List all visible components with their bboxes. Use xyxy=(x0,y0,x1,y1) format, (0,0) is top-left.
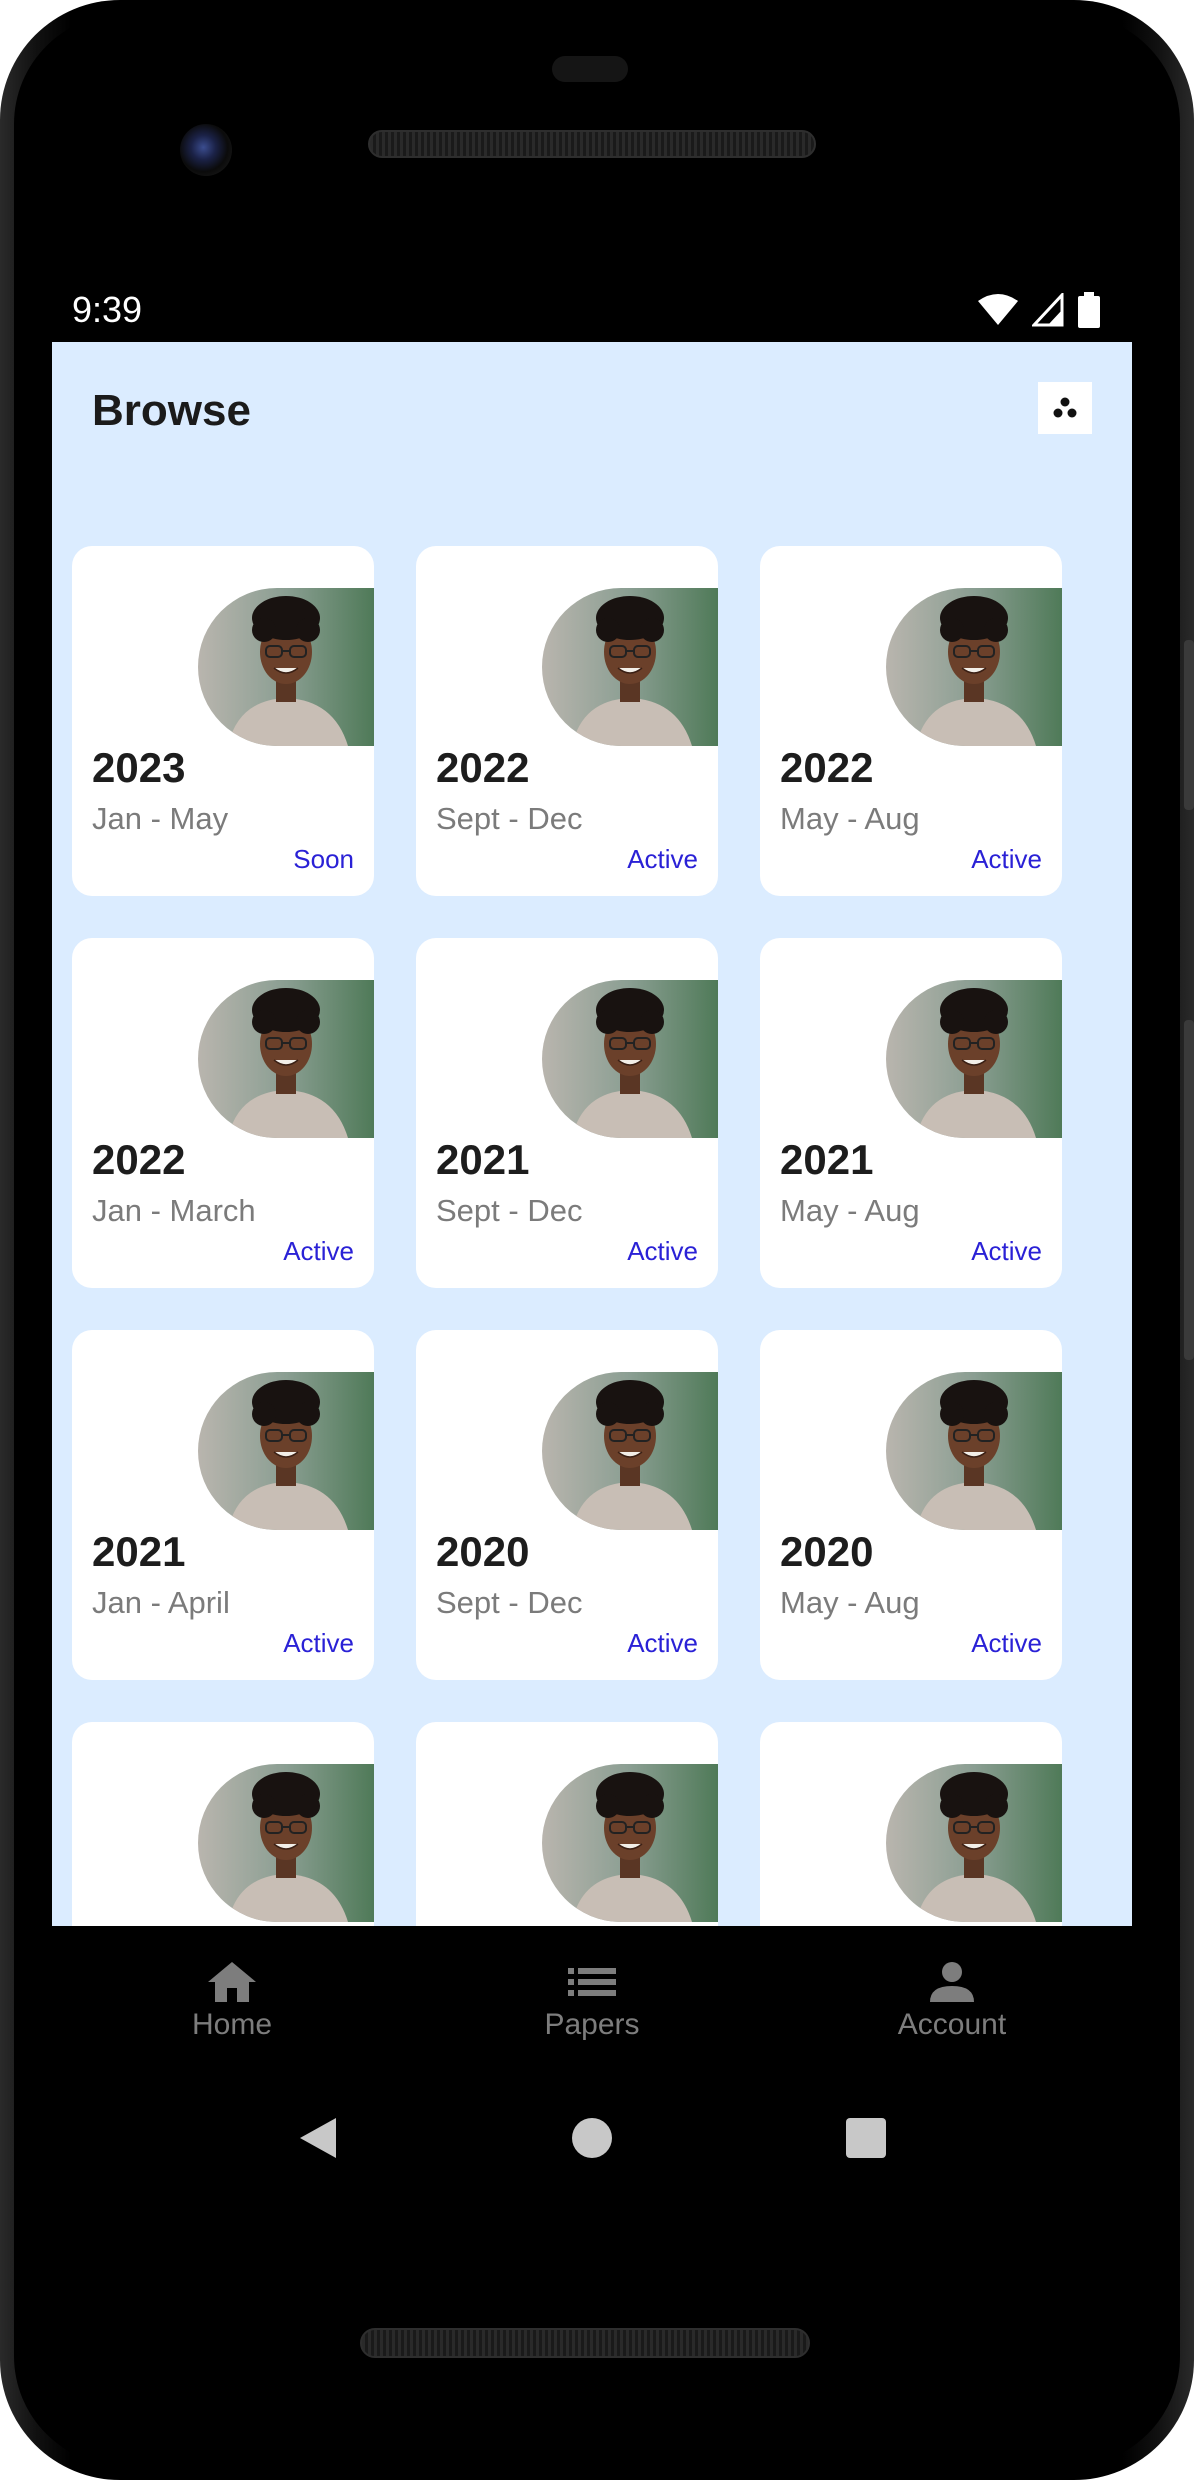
card-range: May - Aug xyxy=(780,1193,920,1228)
dots-cluster-icon xyxy=(1053,397,1077,418)
card-range: Jan - March xyxy=(92,1193,256,1228)
paper-card[interactable]: 2023 Jan - May Soon xyxy=(72,546,374,896)
card-range: May - Aug xyxy=(780,1585,920,1620)
cell-signal-icon xyxy=(1032,293,1064,327)
list-icon xyxy=(568,1968,616,1996)
status-icons xyxy=(978,292,1100,328)
card-year: 2021 xyxy=(780,1136,874,1183)
card-status: Soon xyxy=(293,844,354,874)
card-range: May - Aug xyxy=(780,801,920,836)
paper-card[interactable]: 2021 Jan - April Active xyxy=(72,1330,374,1680)
card-range: Jan - April xyxy=(92,1585,230,1620)
app-screen: Browse 2023 Jan - May Soon 2022 Sept - D… xyxy=(52,342,1132,1926)
profile-photo xyxy=(886,1764,1062,1922)
nav-item-home[interactable]: Home xyxy=(112,1960,352,2042)
paper-grid: 2023 Jan - May Soon 2022 Sept - Dec Acti… xyxy=(72,546,1062,1926)
card-range: Jan - May xyxy=(92,801,229,836)
back-icon[interactable] xyxy=(296,2114,340,2162)
paper-card[interactable]: 2022 May - Aug Active xyxy=(760,546,1062,896)
page-title: Browse xyxy=(92,386,251,435)
card-year: 2021 xyxy=(436,1136,530,1183)
phone-frame: 9:39 Browse 2023 Jan - May Soon 2022 Sep… xyxy=(0,0,1194,2480)
home-icon xyxy=(208,1962,256,2002)
status-bar: 9:39 xyxy=(52,282,1120,338)
nav-label-account: Account xyxy=(897,2008,1007,2041)
wifi-icon xyxy=(978,294,1018,325)
card-range: Sept - Dec xyxy=(436,1193,583,1228)
person-icon xyxy=(930,1962,974,2002)
status-time: 9:39 xyxy=(72,289,143,330)
system-navigation xyxy=(52,2096,1132,2180)
profile-photo xyxy=(198,588,374,746)
profile-photo xyxy=(542,1764,718,1922)
card-year: 2023 xyxy=(92,744,186,791)
profile-photo xyxy=(198,1764,374,1922)
card-year: 2021 xyxy=(92,1528,186,1575)
card-status: Active xyxy=(627,1236,698,1266)
profile-photo xyxy=(542,980,718,1138)
card-status: Active xyxy=(971,844,1042,874)
nav-label-home: Home xyxy=(191,2008,273,2041)
profile-photo xyxy=(198,980,374,1138)
nav-label-papers: Papers xyxy=(544,2008,640,2041)
profile-photo xyxy=(198,1372,374,1530)
paper-card[interactable]: 2022 Jan - March Active xyxy=(72,938,374,1288)
profile-photo xyxy=(542,588,718,746)
card-year: 2022 xyxy=(92,1136,186,1183)
bottom-speaker xyxy=(360,2328,810,2358)
card-status: Active xyxy=(971,1236,1042,1266)
nav-item-account[interactable]: Account xyxy=(832,1960,1072,2042)
paper-card[interactable]: 2020 May - Aug Active xyxy=(760,1330,1062,1680)
paper-card[interactable]: 2022 Sept - Dec Active xyxy=(416,546,718,896)
card-status: Active xyxy=(283,1236,354,1266)
profile-photo xyxy=(886,980,1062,1138)
proximity-sensor xyxy=(552,56,628,82)
card-status: Active xyxy=(971,1628,1042,1658)
nav-item-papers[interactable]: Papers xyxy=(472,1960,712,2042)
recents-icon[interactable] xyxy=(844,2116,888,2160)
profile-photo xyxy=(542,1372,718,1530)
card-range: Sept - Dec xyxy=(436,801,583,836)
paper-card[interactable] xyxy=(760,1722,1062,1926)
earpiece-speaker xyxy=(368,130,816,158)
paper-card[interactable] xyxy=(72,1722,374,1926)
home-circle-icon[interactable] xyxy=(570,2116,614,2160)
card-status: Active xyxy=(627,844,698,874)
card-status: Active xyxy=(627,1628,698,1658)
power-button xyxy=(1184,640,1194,810)
battery-icon xyxy=(1078,292,1100,328)
card-year: 2022 xyxy=(780,744,874,791)
card-range: Sept - Dec xyxy=(436,1585,583,1620)
top-action-button[interactable] xyxy=(1038,382,1092,434)
paper-card[interactable]: 2020 Sept - Dec Active xyxy=(416,1330,718,1680)
paper-card[interactable] xyxy=(416,1722,718,1926)
card-year: 2020 xyxy=(780,1528,874,1575)
paper-card[interactable]: 2021 Sept - Dec Active xyxy=(416,938,718,1288)
card-status: Active xyxy=(283,1628,354,1658)
profile-photo xyxy=(886,588,1062,746)
card-year: 2020 xyxy=(436,1528,530,1575)
bottom-navigation: Home Papers Account xyxy=(52,1926,1132,2076)
paper-card[interactable]: 2021 May - Aug Active xyxy=(760,938,1062,1288)
front-camera xyxy=(180,124,232,176)
card-year: 2022 xyxy=(436,744,530,791)
profile-photo xyxy=(886,1372,1062,1530)
volume-button xyxy=(1184,1020,1194,1360)
